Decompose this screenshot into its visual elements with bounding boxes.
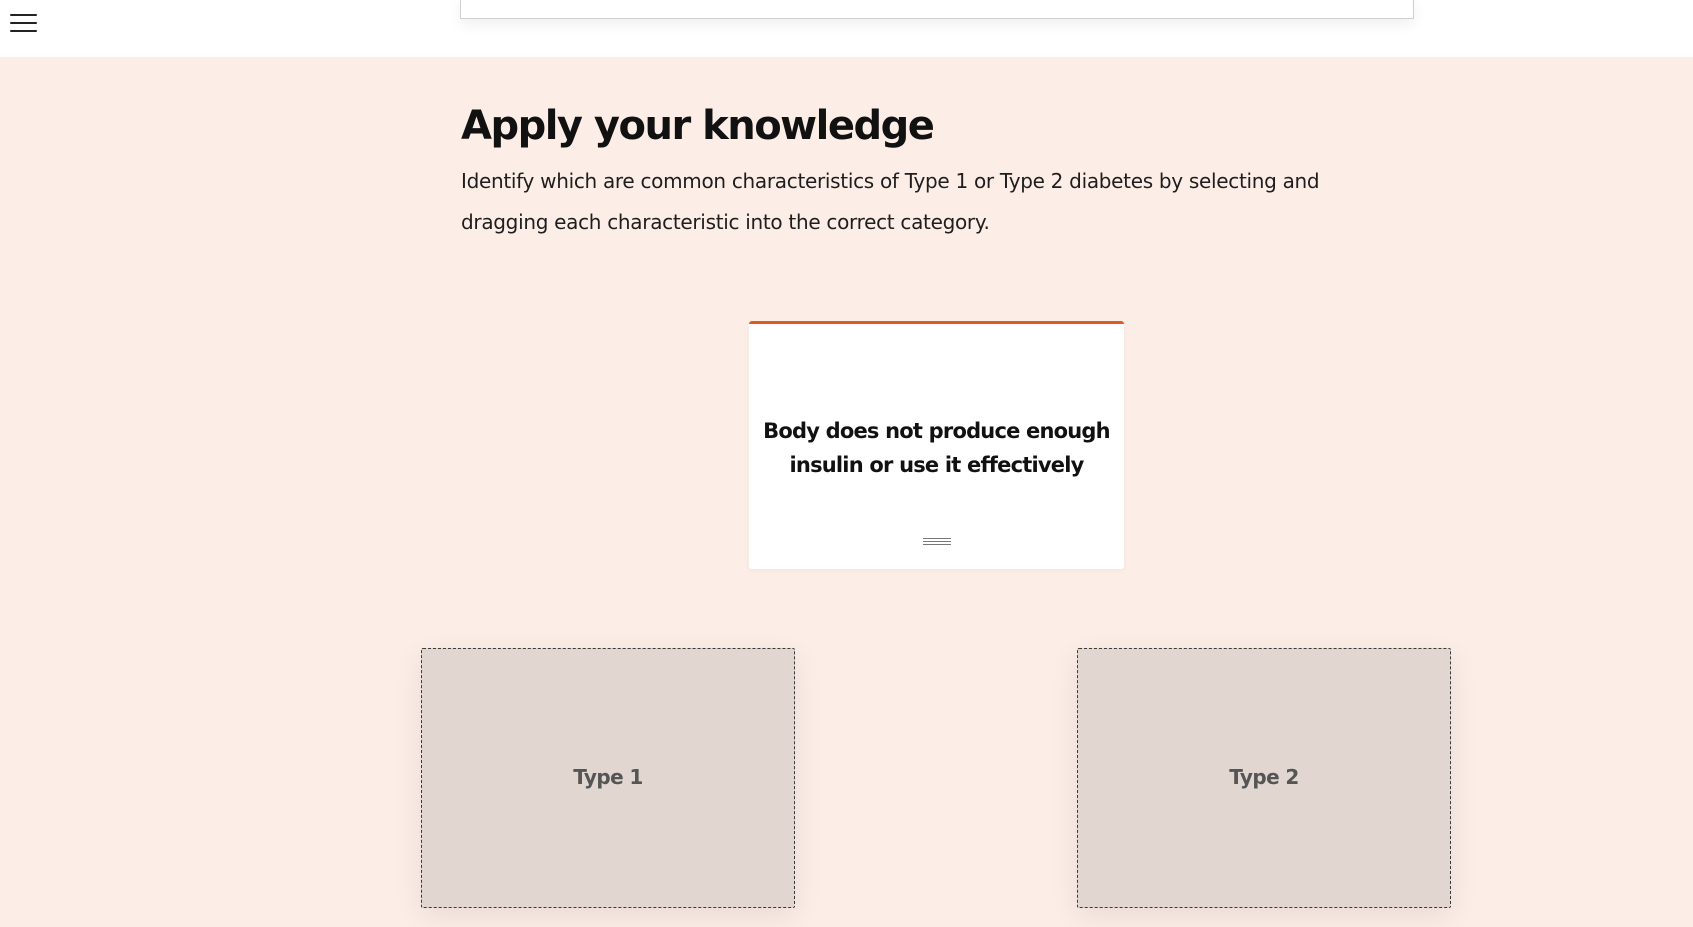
characteristic-text: Body does not produce enough insulin or … xyxy=(763,419,1110,477)
dropzone-label: Type 2 xyxy=(1229,765,1299,789)
menu-line xyxy=(10,14,37,16)
hamburger-menu-icon[interactable] xyxy=(10,12,37,34)
previous-content-card xyxy=(460,0,1414,19)
section-heading: Apply your knowledge xyxy=(461,103,935,149)
dropzone-type-2[interactable]: Type 2 xyxy=(1077,648,1451,908)
draggable-characteristic-card[interactable]: Body does not produce enough insulin or … xyxy=(749,321,1124,569)
dropzone-label: Type 1 xyxy=(573,765,643,789)
dropzone-type-1[interactable]: Type 1 xyxy=(421,648,795,908)
activity-instructions: Identify which are common characteristic… xyxy=(461,169,1320,234)
apply-knowledge-section: Apply your knowledge Identify which are … xyxy=(0,57,1693,927)
menu-line xyxy=(10,30,37,32)
menu-line xyxy=(10,22,37,24)
drag-handle-icon[interactable] xyxy=(923,538,951,546)
